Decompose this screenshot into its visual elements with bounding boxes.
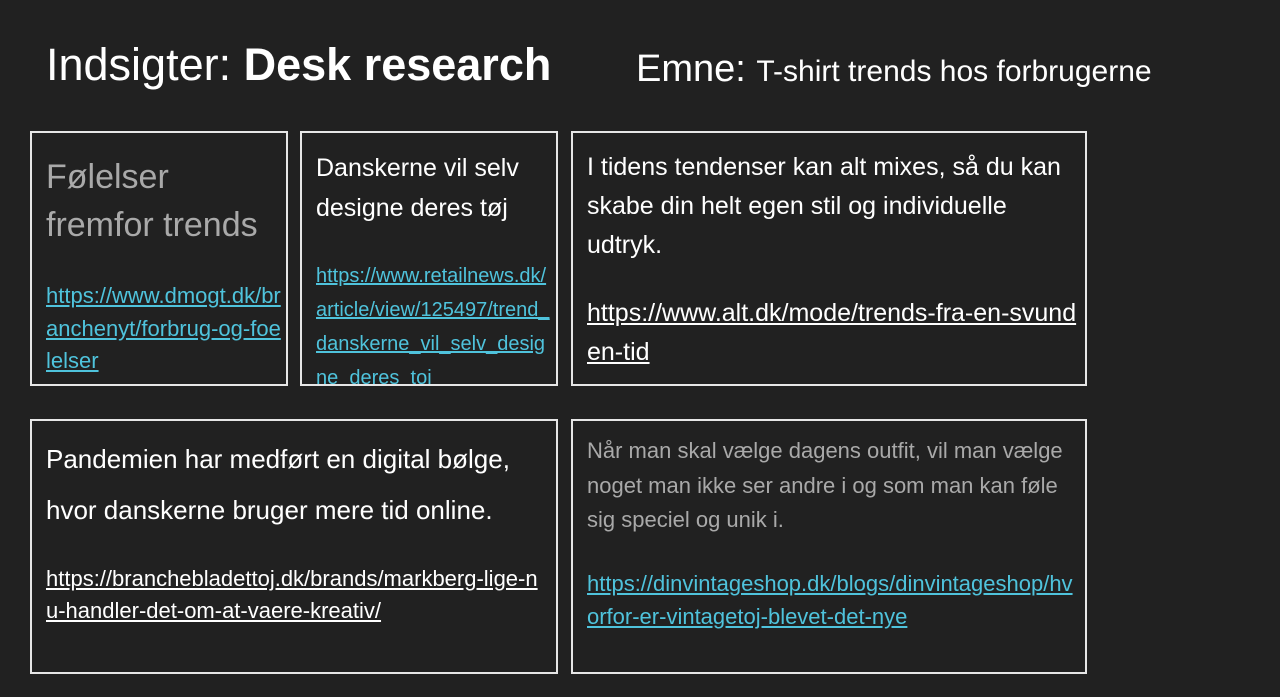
card-heading: Pandemien har medført en digital bølge, …: [46, 444, 510, 525]
card-heading: Danskerne vil selv designe deres tøj: [316, 154, 519, 222]
page-title: Indsigter: Desk research: [46, 38, 551, 92]
insight-card-pandemic: Pandemien har medført en digital bølge, …: [30, 419, 558, 674]
topic-label: Emne:: [636, 48, 757, 90]
topic-heading: Emne: T-shirt trends hos forbrugerne: [636, 46, 1152, 100]
source-link[interactable]: https://www.dmogt.dk/branchenyt/forbrug-…: [46, 280, 282, 378]
insight-card-feelings: Følelser fremfor trends https://www.dmog…: [30, 131, 288, 386]
insight-card-vintage: Når man skal vælge dagens outfit, vil ma…: [571, 419, 1087, 674]
title-prefix: Indsigter:: [46, 39, 244, 90]
insight-card-mix: I tidens tendenser kan alt mixes, så du …: [571, 131, 1087, 386]
card-heading: Følelser fremfor trends: [46, 158, 258, 244]
insight-card-design: Danskerne vil selv designe deres tøj htt…: [300, 131, 558, 386]
card-heading: I tidens tendenser kan alt mixes, så du …: [587, 153, 1061, 259]
topic-value: T-shirt trends hos forbrugerne: [756, 55, 1152, 88]
title-bold: Desk research: [243, 39, 552, 90]
source-link[interactable]: https://dinvintageshop.dk/blogs/dinvinta…: [587, 567, 1077, 633]
card-heading: Når man skal vælge dagens outfit, vil ma…: [587, 438, 1063, 532]
source-link[interactable]: https://branchebladettoj.dk/brands/markb…: [46, 563, 546, 627]
source-link[interactable]: https://www.retailnews.dk/article/view/1…: [316, 259, 552, 384]
source-link[interactable]: https://www.alt.dk/mode/trends-fra-en-sv…: [587, 294, 1077, 372]
